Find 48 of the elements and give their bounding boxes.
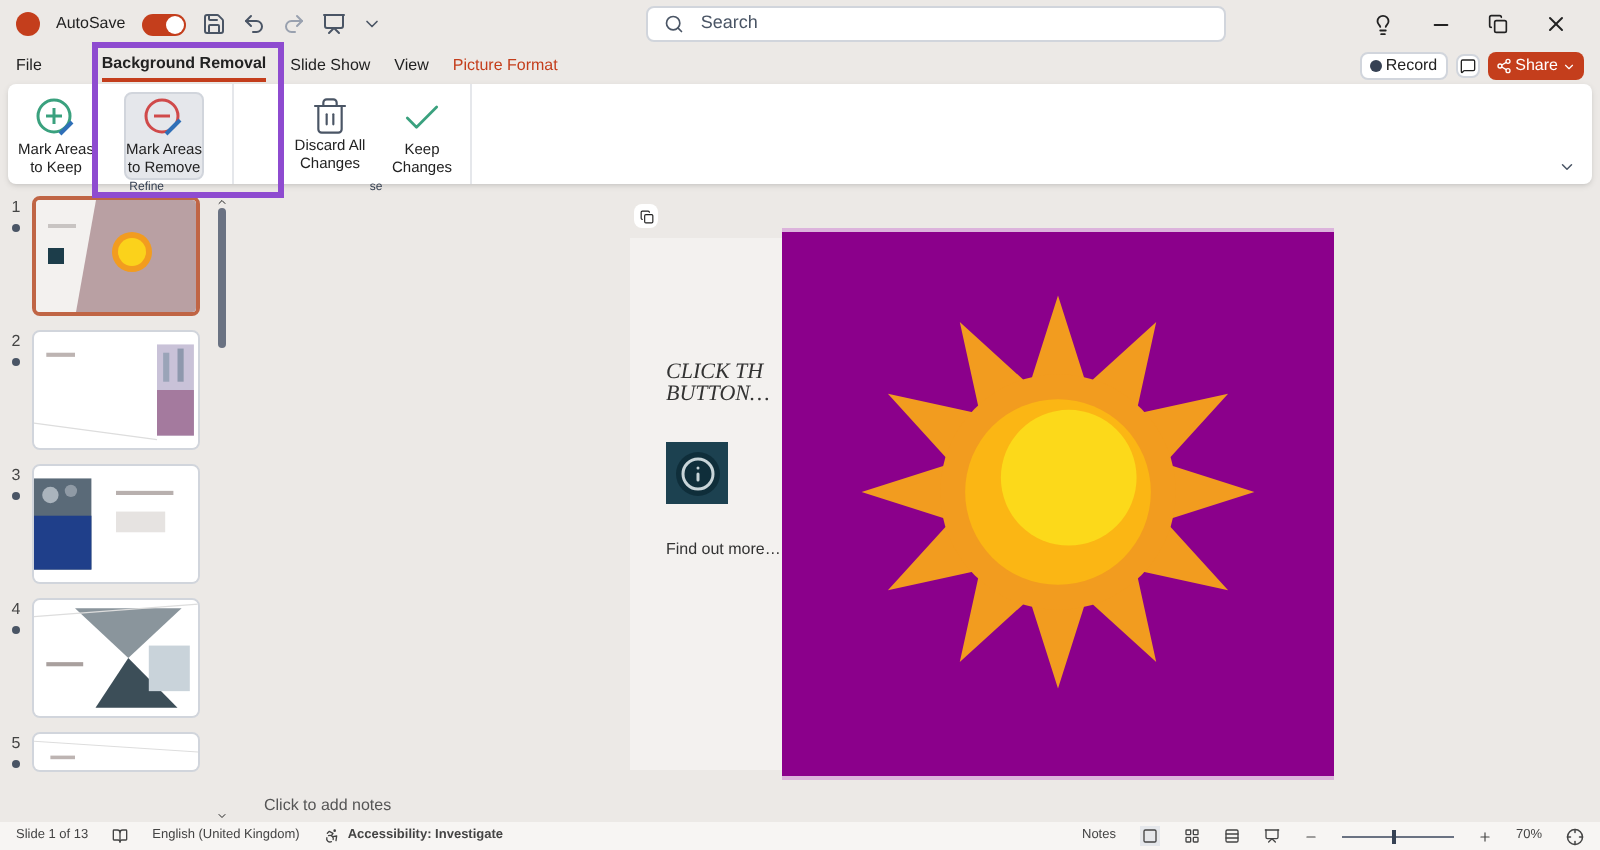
trash-icon [310, 96, 350, 136]
slide-title: CLICK TH [666, 362, 766, 384]
menu-tab[interactable]: Picture Format [452, 50, 558, 82]
sorter-view-icon[interactable] [1183, 828, 1200, 844]
present-icon[interactable] [321, 12, 346, 36]
menu-tab[interactable]: File [16, 50, 42, 82]
slide-number: 3 [11, 464, 21, 488]
zoom-in-icon[interactable] [1477, 829, 1492, 843]
restore-icon[interactable] [1488, 14, 1508, 34]
slide-number: 2 [11, 330, 21, 354]
accessibility-icon [323, 828, 340, 844]
fit-slide-icon[interactable] [1566, 827, 1584, 845]
reading-view-icon[interactable] [1223, 828, 1240, 844]
info-icon[interactable] [666, 442, 728, 504]
zoom-thumb[interactable] [1392, 829, 1397, 843]
search-icon [664, 14, 685, 34]
caret-icon [1562, 59, 1576, 73]
autosave-label: AutoSave [56, 12, 126, 36]
record-icon [1369, 60, 1382, 72]
slide-link[interactable]: Find out more… [666, 538, 782, 562]
search-field[interactable]: Search [646, 6, 1227, 42]
autosave-toggle[interactable] [141, 13, 186, 35]
plus-pencil-icon [34, 96, 78, 140]
notes-placeholder[interactable]: Click to add notes [264, 794, 392, 818]
slide-number: 4 [11, 598, 21, 622]
scroll-up-icon[interactable] [216, 196, 228, 208]
record-button[interactable]: Record [1359, 52, 1448, 80]
slide-number: 1 [11, 196, 21, 220]
close-icon[interactable] [1544, 12, 1568, 36]
collapse-ribbon-icon[interactable] [1558, 158, 1576, 176]
search-input[interactable]: Search [700, 10, 1209, 38]
share-icon [1495, 58, 1512, 74]
save-icon[interactable] [201, 12, 226, 36]
lightbulb-icon[interactable] [1372, 13, 1394, 35]
slide-number: 5 [11, 732, 21, 756]
menu-tab[interactable]: View [394, 50, 429, 82]
slide-title: BUTTON… [666, 384, 772, 406]
slideshow-icon[interactable] [1263, 828, 1280, 844]
normal-view-icon[interactable] [1139, 826, 1160, 846]
scroll-down-icon[interactable] [216, 810, 228, 822]
minus-pencil-icon [142, 96, 186, 140]
app-logo-icon [16, 12, 40, 36]
menu-tab[interactable]: Slide Show [290, 50, 371, 82]
comment-icon[interactable] [1455, 54, 1480, 78]
share-button[interactable]: Share [1487, 52, 1584, 80]
designer-icon[interactable] [634, 204, 658, 228]
spelling-icon[interactable] [112, 828, 129, 844]
undo-icon[interactable] [241, 12, 266, 36]
